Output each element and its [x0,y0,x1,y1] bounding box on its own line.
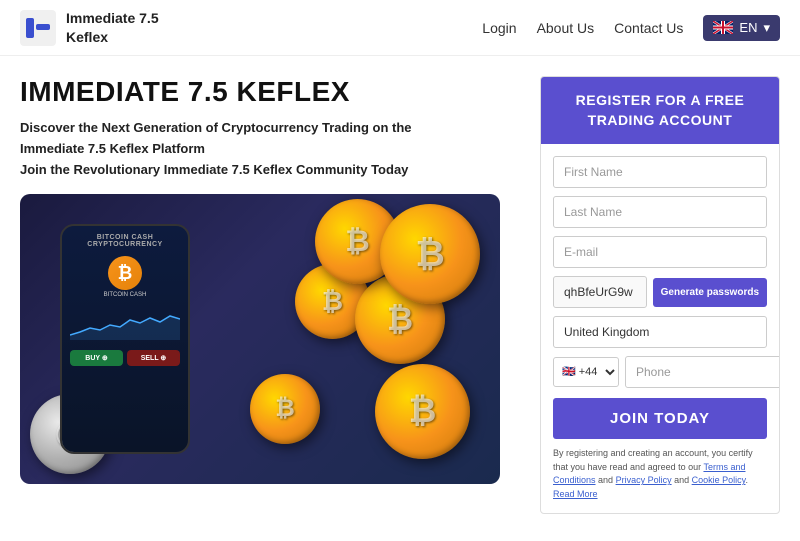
bitcoin-coin-1: ₿ [380,204,480,304]
page-title: IMMEDIATE 7.5 KEFLEX [20,76,520,108]
cookie-policy-link[interactable]: Cookie Policy [692,475,746,485]
phone-screen-title: BITCOIN CASHCRYPTOCURRENCY [70,234,180,248]
first-name-input[interactable] [553,156,767,188]
main-content: IMMEDIATE 7.5 KEFLEX Discover the Next G… [0,56,800,514]
phone-mockup: BITCOIN CASHCRYPTOCURRENCY ₿ BITCOIN CAS… [60,224,190,454]
last-name-input[interactable] [553,196,767,228]
crypto-hero-image: BITCOIN CASHCRYPTOCURRENCY ₿ BITCOIN CAS… [20,194,500,484]
trade-buttons: BUY ⊕ SELL ⊕ [70,350,180,366]
nav-login[interactable]: Login [482,20,516,36]
registration-panel: REGISTER FOR A FREE TRADING ACCOUNT qhBf… [540,76,780,514]
country-field-wrapper: United Kingdom United States Germany Fra… [553,316,767,348]
form-body: qhBfeUrG9w Generate passwords United Kin… [541,144,779,513]
lang-dropdown-icon: ▾ [763,20,770,36]
buy-button-phone: BUY ⊕ [70,350,123,366]
generate-password-button[interactable]: Generate passwords [653,278,767,307]
header: Immediate 7.5 Keflex Login About Us Cont… [0,0,800,56]
bitcoin-coin-6: ₿ [250,374,320,444]
nav-about[interactable]: About Us [537,20,595,36]
brand-name: Immediate 7.5 Keflex [66,9,159,45]
sell-button-phone: SELL ⊕ [127,350,180,366]
btc-logo: ₿ [108,256,142,290]
nav-contact[interactable]: Contact Us [614,20,683,36]
terms-text: By registering and creating an account, … [553,447,767,501]
password-value: qhBfeUrG9w [553,276,647,308]
country-code-select[interactable]: 🇬🇧 +44 🇺🇸 +1 🇩🇪 +49 [553,357,619,387]
left-panel: IMMEDIATE 7.5 KEFLEX Discover the Next G… [20,76,520,514]
registration-form: REGISTER FOR A FREE TRADING ACCOUNT qhBf… [540,76,780,514]
privacy-policy-link[interactable]: Privacy Policy [616,475,672,485]
read-more-link[interactable]: Read More [553,489,598,499]
main-nav: Login About Us Contact Us EN ▾ [482,15,780,41]
lang-label: EN [739,20,757,35]
logo-area: Immediate 7.5 Keflex [20,9,159,45]
join-today-button[interactable]: JOIN TODAY [553,398,767,439]
brand-logo-icon [20,10,56,46]
phone-input[interactable] [625,356,780,388]
country-select[interactable]: United Kingdom United States Germany Fra… [553,316,767,348]
page-subtitle: Discover the Next Generation of Cryptocu… [20,118,520,180]
bitcoin-coin-5: ₿ [375,364,470,459]
chart [70,310,180,340]
password-row: qhBfeUrG9w Generate passwords [553,276,767,308]
form-title: REGISTER FOR A FREE TRADING ACCOUNT [541,77,779,144]
email-input[interactable] [553,236,767,268]
language-selector[interactable]: EN ▾ [703,15,780,41]
phone-row: 🇬🇧 +44 🇺🇸 +1 🇩🇪 +49 [553,356,767,388]
uk-flag-icon [713,21,733,34]
btc-label: BITCOIN CASH [104,292,147,298]
